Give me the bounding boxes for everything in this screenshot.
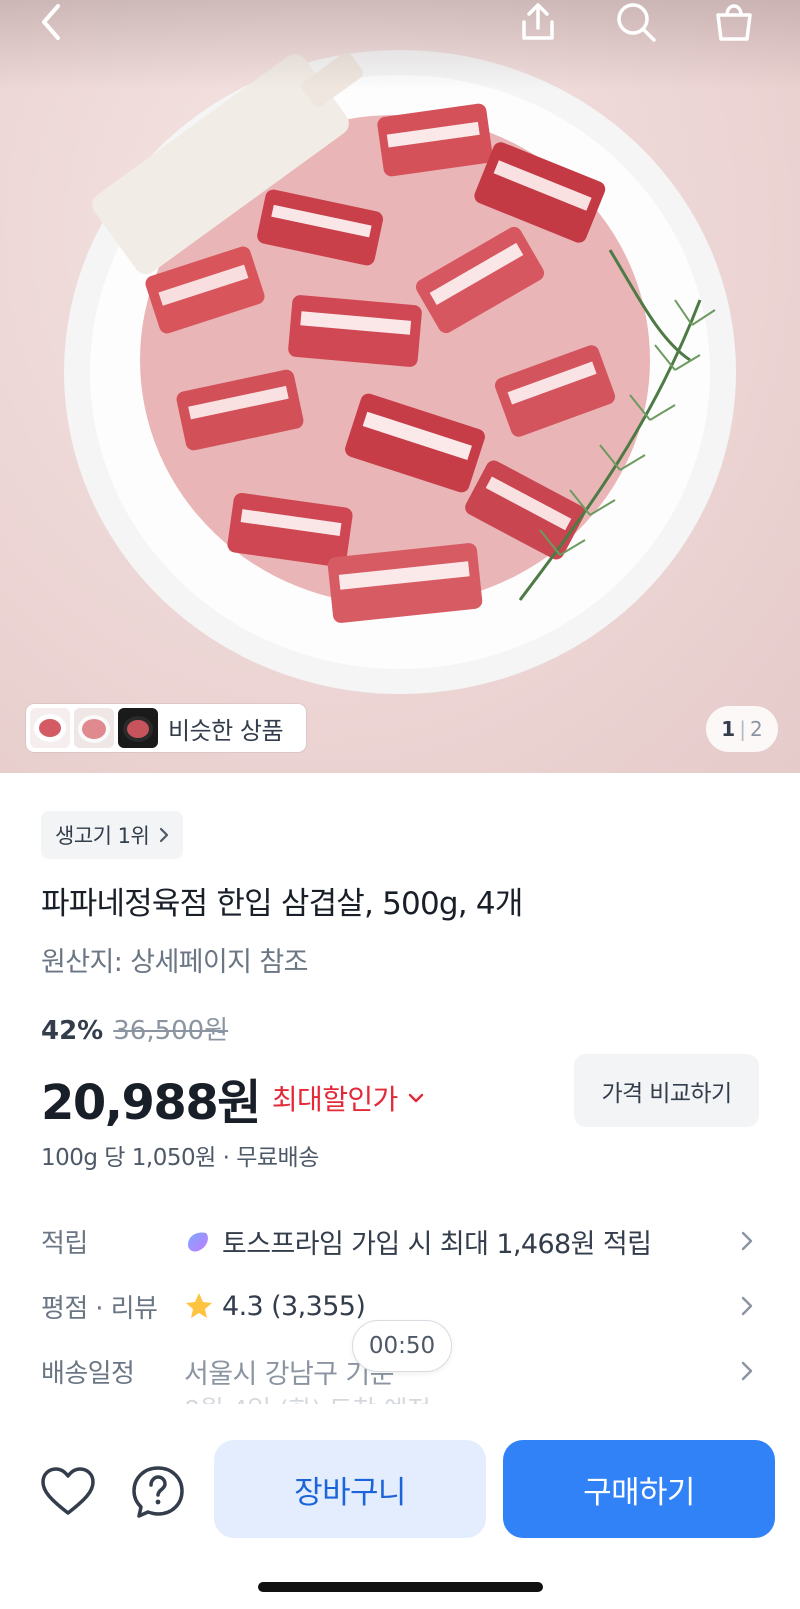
ranking-chip-label: 생고기 1위 bbox=[55, 824, 150, 848]
price-compare-button[interactable]: 가격 비교하기 bbox=[574, 1054, 759, 1127]
rating-value: 4.3 (3,355) bbox=[222, 1290, 366, 1322]
chevron-right-icon bbox=[160, 827, 169, 843]
product-photo bbox=[64, 50, 736, 694]
heart-icon bbox=[41, 1467, 95, 1515]
home-indicator bbox=[258, 1582, 543, 1592]
search-button[interactable] bbox=[608, 0, 664, 44]
top-shade bbox=[0, 0, 800, 90]
sale-price: 20,988원 bbox=[41, 1075, 261, 1131]
points-label: 적립 bbox=[41, 1228, 88, 1259]
image-counter-current: 1 bbox=[721, 717, 736, 741]
toss-prime-icon bbox=[188, 1232, 208, 1252]
star-icon bbox=[186, 1293, 212, 1318]
image-counter-total: 2 bbox=[749, 717, 763, 741]
delivery-label: 배송일정 bbox=[41, 1358, 135, 1389]
similar-thumb bbox=[74, 708, 114, 748]
rating-label: 평점 · 리뷰 bbox=[41, 1293, 158, 1324]
cart-shortcut-button[interactable] bbox=[706, 0, 762, 44]
buy-now-button[interactable]: 구매하기 bbox=[503, 1440, 775, 1538]
search-icon bbox=[617, 3, 656, 42]
similar-products-chip[interactable]: 비슷한 상품 bbox=[26, 704, 306, 752]
question-icon bbox=[132, 1466, 184, 1518]
product-origin: 원산지: 상세페이지 참조 bbox=[41, 947, 308, 978]
original-price: 36,500원 bbox=[113, 1016, 229, 1046]
similar-thumb bbox=[118, 708, 158, 748]
price-row: 20,988원 최대할인가 bbox=[41, 1063, 424, 1133]
ranking-chip[interactable]: 생고기 1위 bbox=[41, 811, 184, 859]
timer-badge: 00:50 bbox=[352, 1320, 452, 1372]
points-value: 토스프라임 가입 시 최대 1,468원 적립 bbox=[222, 1228, 652, 1260]
max-discount-label: 최대할인가 bbox=[271, 1083, 398, 1116]
back-icon bbox=[42, 4, 60, 40]
back-button[interactable] bbox=[24, 0, 80, 44]
wishlist-button[interactable] bbox=[38, 1462, 98, 1522]
product-image-carousel[interactable]: 비슷한 상품 1 | 2 bbox=[0, 0, 800, 773]
share-button[interactable] bbox=[510, 0, 566, 44]
chevron-right-icon bbox=[741, 1361, 753, 1381]
discount-percent: 42% bbox=[41, 1016, 104, 1046]
discount-row: 42% 36,500원 bbox=[41, 1010, 228, 1047]
unit-price-shipping: 100g 당 1,050원 · 무료배송 bbox=[41, 1145, 319, 1171]
image-counter-divider: | bbox=[739, 717, 746, 741]
image-counter: 1 | 2 bbox=[706, 706, 778, 752]
chevron-right-icon bbox=[741, 1231, 753, 1251]
similar-products-label: 비슷한 상품 bbox=[168, 716, 284, 745]
product-title: 파파네정육점 한입 삼겹살, 500g, 4개 bbox=[41, 886, 523, 922]
chevron-right-icon bbox=[741, 1296, 753, 1316]
share-icon bbox=[522, 3, 554, 40]
points-row[interactable]: 적립 토스프라임 가입 시 최대 1,468원 적립 bbox=[41, 1217, 759, 1265]
shopping-bag-icon bbox=[716, 4, 752, 41]
add-to-cart-button[interactable]: 장바구니 bbox=[214, 1440, 486, 1538]
inquiry-button[interactable] bbox=[128, 1462, 188, 1522]
chevron-down-icon bbox=[408, 1093, 423, 1103]
similar-thumb bbox=[30, 708, 70, 748]
max-discount-toggle[interactable]: 최대할인가 bbox=[272, 1078, 424, 1118]
